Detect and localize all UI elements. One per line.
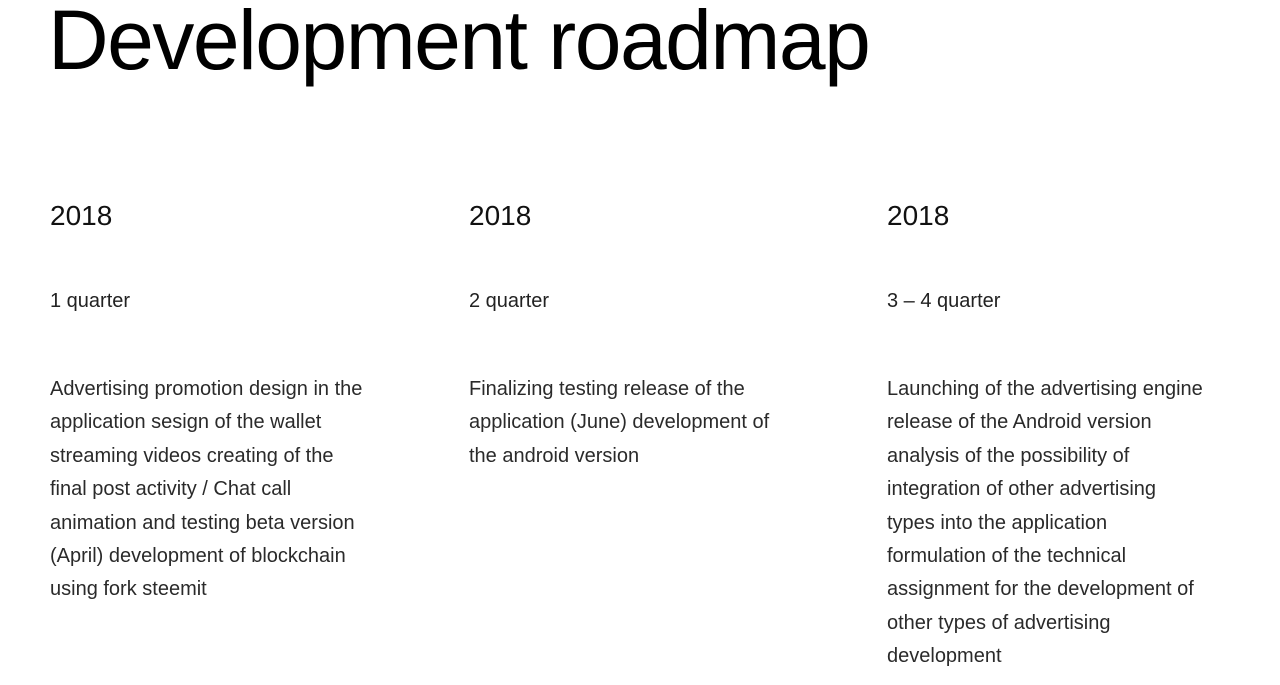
description-line: assignment for the development of [887, 578, 1194, 601]
roadmap-description: Advertising promotion design in the appl… [50, 373, 362, 607]
description-line: integration of other advertising [887, 478, 1157, 501]
description-line: Advertising promotion design in the [50, 378, 363, 400]
roadmap-column-1: 2018 1 quarter Advertising promotion des… [50, 196, 395, 600]
page-title: Development roadmap [48, 0, 871, 87]
description-line: streaming videos creating of the [50, 444, 334, 467]
description-line: types into the application [887, 511, 1108, 534]
description-line: application sesign of the wallet [50, 411, 322, 434]
description-line: other types of advertising [887, 611, 1111, 634]
description-line: using fork steemit [50, 578, 207, 601]
roadmap-year: 2018 [469, 200, 532, 231]
description-line: formulation of the technical [887, 545, 1127, 568]
roadmap-period: 2 quarter [469, 290, 550, 312]
roadmap-year: 2018 [887, 200, 950, 231]
roadmap-period: 1 quarter [50, 290, 131, 312]
roadmap-period: 3 – 4 quarter [887, 290, 1001, 312]
roadmap-description: Finalizing testing release of the applic… [469, 373, 769, 473]
description-line: (April) development of blockchain [50, 545, 346, 568]
roadmap-column-3: 2018 3 – 4 quarter Launching of the adve… [887, 196, 1232, 667]
roadmap-year: 2018 [50, 200, 113, 231]
description-line: Launching of the advertising engine [887, 378, 1203, 400]
description-line: final post activity / Chat call [50, 478, 292, 501]
description-line: the android version [469, 444, 640, 467]
roadmap-description: Launching of the advertising engine rele… [887, 373, 1203, 674]
description-line: animation and testing beta version [50, 511, 355, 534]
description-line: release of the Android version [887, 411, 1152, 434]
description-line: application (June) development of [469, 411, 770, 434]
description-line: analysis of the possibility of [887, 444, 1130, 467]
description-line: development [887, 645, 1002, 668]
description-line: Finalizing testing release of the [469, 378, 745, 400]
roadmap-column-2: 2018 2 quarter Finalizing testing releas… [469, 196, 814, 467]
